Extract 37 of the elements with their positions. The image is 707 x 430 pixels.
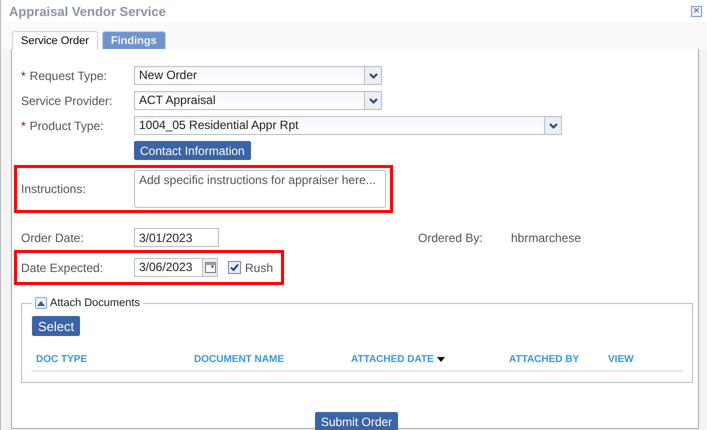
close-button[interactable]: ×: [691, 6, 702, 16]
select-button[interactable]: Select: [32, 316, 80, 336]
instructions-field[interactable]: Add specific instructions for appraiser here...: [134, 170, 386, 208]
column-header[interactable]: VIEW: [608, 354, 634, 364]
sort-down-icon: [436, 356, 445, 362]
checkbox-label: Rush: [245, 260, 274, 274]
tab[interactable]: Service Order: [12, 31, 98, 49]
field-label: Service Provider:: [21, 94, 112, 108]
section-legend: Attach Documents: [50, 297, 140, 309]
checkbox[interactable]: [228, 261, 241, 274]
contact-information-button[interactable]: Contact Information: [134, 141, 251, 160]
ordered-by-value: hbrmarchese: [511, 230, 582, 244]
column-header[interactable]: ATTACHED BY: [509, 354, 608, 364]
field-label: Product Type:: [30, 118, 104, 132]
calendar-icon: [204, 262, 216, 273]
dropdown-field[interactable]: 1004_05 Residential Appr Rpt: [134, 116, 562, 135]
collapse-toggle[interactable]: [35, 297, 47, 309]
required-marker: *: [21, 68, 26, 82]
field-label: Order Date:: [21, 230, 84, 244]
dropdown-field[interactable]: New Order: [134, 66, 382, 85]
column-header[interactable]: ATTACHED DATE: [351, 354, 509, 364]
column-header[interactable]: DOC TYPE: [36, 354, 194, 364]
triangle-up-icon: [37, 300, 45, 306]
window-title: Appraisal Vendor Service: [9, 4, 166, 18]
field-label: Instructions:: [21, 182, 86, 196]
field-label: Request Type:: [30, 68, 107, 82]
date-field[interactable]: 3/06/2023: [134, 258, 218, 277]
field-label: Date Expected:: [21, 260, 104, 274]
date-field[interactable]: 3/01/2023: [134, 228, 219, 247]
dropdown-field[interactable]: ACT Appraisal: [134, 91, 382, 110]
required-marker: *: [21, 118, 26, 132]
chevron-down-icon: [548, 122, 558, 128]
submit-order-button[interactable]: Submit Order: [314, 412, 398, 430]
field-label: Ordered By:: [418, 230, 484, 244]
chevron-down-icon: [368, 72, 378, 78]
chevron-down-icon: [368, 98, 378, 104]
column-header[interactable]: DOCUMENT NAME: [194, 354, 351, 364]
